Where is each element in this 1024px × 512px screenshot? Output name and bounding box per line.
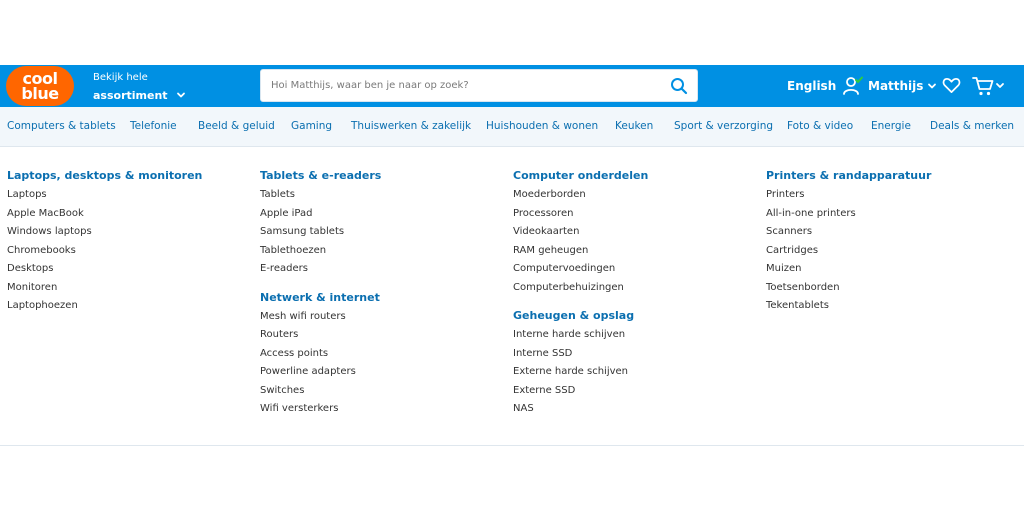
group-title[interactable]: Printers & randapparatuur	[766, 168, 1006, 183]
menu-link[interactable]: Tablets	[260, 186, 500, 205]
menu-link[interactable]: E-readers	[260, 260, 500, 279]
menu-link[interactable]: Apple MacBook	[7, 205, 247, 224]
chevron-down-icon	[928, 83, 937, 89]
nav-item-thuiswerken-zakelijk[interactable]: Thuiswerken & zakelijk	[351, 120, 471, 132]
search-input[interactable]	[261, 70, 656, 101]
group-title[interactable]: Computer onderdelen	[513, 168, 753, 183]
nav-item-huishouden-wonen[interactable]: Huishouden & wonen	[486, 120, 598, 132]
menu-link[interactable]: Monitoren	[7, 279, 247, 298]
menu-link[interactable]: RAM geheugen	[513, 242, 753, 261]
menu-link[interactable]: Mesh wifi routers	[260, 308, 500, 327]
menu-link[interactable]: Tablethoezen	[260, 242, 500, 261]
nav-item-gaming[interactable]: Gaming	[291, 120, 332, 132]
menu-link[interactable]: Moederborden	[513, 186, 753, 205]
menu-group-netwerk: Netwerk & internet Mesh wifi routers Rou…	[260, 290, 500, 419]
menu-link[interactable]: NAS	[513, 400, 753, 419]
menu-link[interactable]: Computerbehuizingen	[513, 279, 753, 298]
site-header: cool blue Bekijk hele assortiment Englis…	[0, 65, 1024, 107]
menu-link[interactable]: All-in-one printers	[766, 205, 1006, 224]
menu-group-laptops: Laptops, desktops & monitoren Laptops Ap…	[7, 168, 247, 316]
group-title[interactable]: Geheugen & opslag	[513, 308, 753, 323]
menu-link[interactable]: Externe SSD	[513, 382, 753, 401]
menu-link[interactable]: Tekentablets	[766, 297, 1006, 316]
menu-link[interactable]: Videokaarten	[513, 223, 753, 242]
menu-link[interactable]: Muizen	[766, 260, 1006, 279]
menu-link[interactable]: Processoren	[513, 205, 753, 224]
menu-link[interactable]: Desktops	[7, 260, 247, 279]
search-icon[interactable]	[670, 77, 688, 95]
search-bar	[260, 69, 698, 102]
chevron-down-icon	[176, 92, 185, 97]
menu-link[interactable]: Access points	[260, 345, 500, 364]
group-title[interactable]: Laptops, desktops & monitoren	[7, 168, 247, 183]
nav-item-beeld-geluid[interactable]: Beeld & geluid	[198, 120, 275, 132]
menu-link[interactable]: Interne SSD	[513, 345, 753, 364]
cart-icon[interactable]	[972, 75, 1006, 97]
menu-link[interactable]: Windows laptops	[7, 223, 247, 242]
menu-link[interactable]: Samsung tablets	[260, 223, 500, 242]
menu-link[interactable]: Chromebooks	[7, 242, 247, 261]
language-switch[interactable]: English	[787, 79, 836, 93]
category-nav: Computers & tablets Telefonie Beeld & ge…	[0, 107, 1024, 147]
nav-item-energie[interactable]: Energie	[871, 120, 911, 132]
menu-link[interactable]: Interne harde schijven	[513, 326, 753, 345]
menu-link[interactable]: Routers	[260, 326, 500, 345]
assortiment-line2: assortiment	[93, 89, 168, 102]
menu-link[interactable]: Laptophoezen	[7, 297, 247, 316]
heart-icon[interactable]	[942, 76, 961, 95]
menu-group-printers: Printers & randapparatuur Printers All-i…	[766, 168, 1006, 316]
menu-link[interactable]: Wifi versterkers	[260, 400, 500, 419]
menu-link[interactable]: Laptops	[7, 186, 247, 205]
menu-link[interactable]: Switches	[260, 382, 500, 401]
menu-column-3: Computer onderdelen Moederborden Process…	[513, 168, 753, 430]
nav-item-computers-tablets[interactable]: Computers & tablets	[7, 120, 116, 132]
menu-column-2: Tablets & e-readers Tablets Apple iPad S…	[260, 168, 500, 430]
menu-link[interactable]: Printers	[766, 186, 1006, 205]
menu-column-1: Laptops, desktops & monitoren Laptops Ap…	[7, 168, 247, 327]
group-title[interactable]: Tablets & e-readers	[260, 168, 500, 183]
nav-item-deals-merken[interactable]: Deals & merken	[930, 120, 1014, 132]
user-menu[interactable]: Matthijs	[842, 75, 938, 97]
menu-link[interactable]: Externe harde schijven	[513, 363, 753, 382]
menu-link[interactable]: Powerline adapters	[260, 363, 500, 382]
menu-link[interactable]: Apple iPad	[260, 205, 500, 224]
coolblue-logo[interactable]: cool blue	[6, 66, 74, 106]
menu-link[interactable]: Scanners	[766, 223, 1006, 242]
assortiment-line1: Bekijk hele	[93, 72, 148, 83]
group-title[interactable]: Netwerk & internet	[260, 290, 500, 305]
menu-link[interactable]: Computervoedingen	[513, 260, 753, 279]
nav-item-keuken[interactable]: Keuken	[615, 120, 653, 132]
nav-item-telefonie[interactable]: Telefonie	[130, 120, 177, 132]
user-icon	[843, 76, 863, 95]
user-name: Matthijs	[868, 79, 924, 93]
mega-menu: Laptops, desktops & monitoren Laptops Ap…	[0, 147, 1024, 446]
menu-group-computer-onderdelen: Computer onderdelen Moederborden Process…	[513, 168, 753, 297]
nav-item-sport-verzorging[interactable]: Sport & verzorging	[674, 120, 773, 132]
menu-link[interactable]: Cartridges	[766, 242, 1006, 261]
menu-link[interactable]: Toetsenborden	[766, 279, 1006, 298]
logo-line2: blue	[21, 84, 59, 103]
menu-group-tablets: Tablets & e-readers Tablets Apple iPad S…	[260, 168, 500, 279]
nav-item-foto-video[interactable]: Foto & video	[787, 120, 853, 132]
assortiment-dropdown[interactable]: Bekijk hele assortiment	[93, 72, 186, 103]
menu-column-4: Printers & randapparatuur Printers All-i…	[766, 168, 1006, 327]
menu-group-geheugen-opslag: Geheugen & opslag Interne harde schijven…	[513, 308, 753, 419]
